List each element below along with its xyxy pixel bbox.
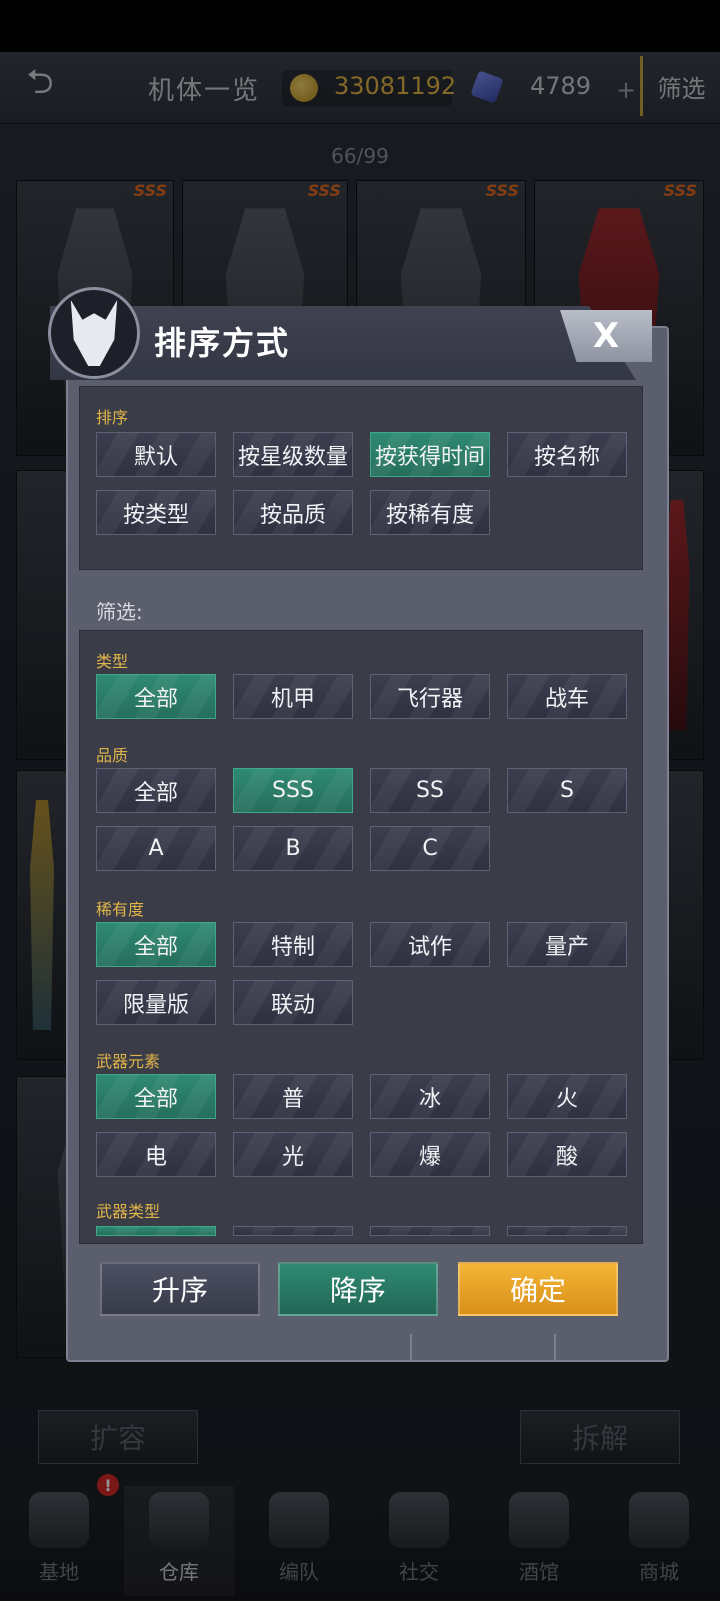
quality-a[interactable]: A [96,826,216,871]
option-label: A [148,836,164,861]
emblem-icon [48,287,140,379]
type-all[interactable]: 全部 [96,674,216,719]
option-label: 全部 [133,1086,178,1112]
sort-by-name[interactable]: 按名称 [507,432,627,477]
modal-title: 排序方式 [154,324,291,362]
element-explosive[interactable]: 爆 [370,1132,490,1177]
sort-section [79,386,643,570]
option-label: S [560,778,574,803]
close-icon: X [592,316,620,356]
option-label: B [285,836,301,861]
option-label: 量产 [544,934,589,960]
sort-by-stars[interactable]: 按星级数量 [233,432,353,477]
option-label: 火 [555,1086,578,1112]
rarity-collab[interactable]: 联动 [233,980,353,1025]
option-label: 酸 [555,1144,578,1170]
sort-by-quality[interactable]: 按品质 [233,490,353,535]
option-label: 普 [281,1086,304,1112]
descending-button[interactable]: 降序 [278,1262,438,1316]
element-light[interactable]: 光 [233,1132,353,1177]
element-fire[interactable]: 火 [507,1074,627,1119]
quality-c[interactable]: C [370,826,490,871]
confirm-button[interactable]: 确定 [458,1262,618,1316]
option-label: C [422,836,438,861]
option-label: 联动 [270,992,315,1018]
option-label: 电 [144,1144,167,1170]
option-label: 按星级数量 [237,444,348,470]
sort-by-type[interactable]: 按类型 [96,490,216,535]
option-label: SS [416,778,444,803]
option-label: 默认 [133,444,178,470]
weapon-type-option[interactable] [370,1226,490,1236]
option-label: 爆 [418,1144,441,1170]
option-label: 全部 [133,780,178,806]
element-acid[interactable]: 酸 [507,1132,627,1177]
rarity-special[interactable]: 特制 [233,922,353,967]
quality-ss[interactable]: SS [370,768,490,813]
element-all[interactable]: 全部 [96,1074,216,1119]
ascending-button[interactable]: 升序 [100,1262,260,1316]
option-label: 机甲 [270,686,315,712]
weapon-type-all[interactable] [96,1226,216,1236]
rarity-limited[interactable]: 限量版 [96,980,216,1025]
type-label: 类型 [96,652,129,671]
option-label: 战车 [544,686,589,712]
rarity-label: 稀有度 [96,900,145,919]
weapon-type-option[interactable] [233,1226,353,1236]
option-label: 按获得时间 [374,444,485,470]
weapon-type-label: 武器类型 [96,1202,161,1221]
quality-b[interactable]: B [233,826,353,871]
weapon-type-option[interactable] [507,1226,627,1236]
sort-by-rarity[interactable]: 按稀有度 [370,490,490,535]
type-mech[interactable]: 机甲 [233,674,353,719]
option-label: 全部 [133,686,178,712]
option-label: 冰 [418,1086,441,1112]
quality-all[interactable]: 全部 [96,768,216,813]
element-label: 武器元素 [96,1052,161,1071]
option-label: 试作 [407,934,452,960]
quality-s[interactable]: S [507,768,627,813]
rarity-all[interactable]: 全部 [96,922,216,967]
filter-label: 筛选: [96,600,143,624]
rarity-mass[interactable]: 量产 [507,922,627,967]
option-label: 特制 [270,934,315,960]
option-label: 按品质 [259,502,326,528]
option-label: 按名称 [533,444,600,470]
sort-default[interactable]: 默认 [96,432,216,477]
sort-by-time[interactable]: 按获得时间 [370,432,490,477]
option-label: 按类型 [122,502,189,528]
quality-label: 品质 [96,746,129,765]
option-label: 按稀有度 [385,502,474,528]
quality-sss[interactable]: SSS [233,768,353,813]
status-bar [0,0,720,52]
element-electric[interactable]: 电 [96,1132,216,1177]
rarity-prototype[interactable]: 试作 [370,922,490,967]
option-label: 限量版 [122,992,189,1018]
sort-label: 排序 [96,408,129,427]
element-ice[interactable]: 冰 [370,1074,490,1119]
type-aircraft[interactable]: 飞行器 [370,674,490,719]
type-vehicle[interactable]: 战车 [507,674,627,719]
option-label: 全部 [133,934,178,960]
option-label: 光 [281,1144,304,1170]
option-label: SSS [272,778,314,803]
element-normal[interactable]: 普 [233,1074,353,1119]
option-label: 飞行器 [396,686,463,712]
modal-foot-tab [410,1334,556,1362]
